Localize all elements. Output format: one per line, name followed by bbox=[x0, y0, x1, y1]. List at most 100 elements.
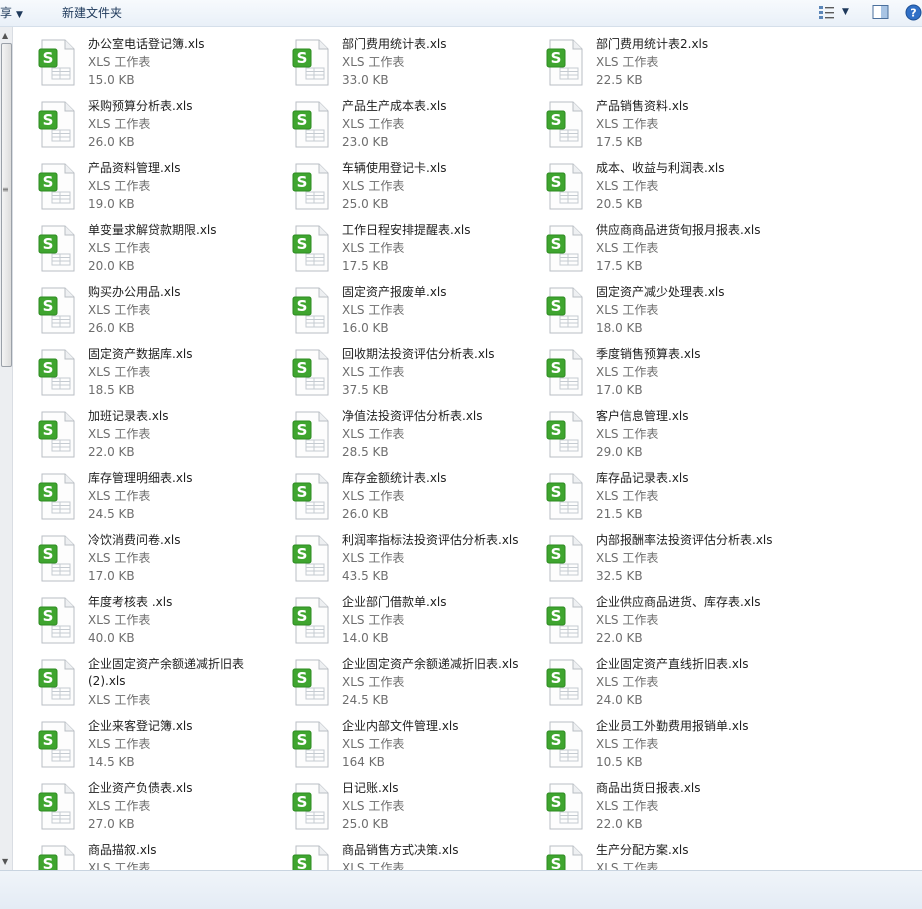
file-type: XLS 工作表 bbox=[596, 303, 659, 317]
spreadsheet-s-icon: S bbox=[546, 845, 583, 870]
svg-text:S: S bbox=[43, 793, 54, 811]
share-button[interactable]: 共享▼ bbox=[0, 5, 23, 21]
view-options-icon[interactable] bbox=[818, 4, 836, 21]
file-item[interactable]: S 产品销售资料.xls XLS 工作表 17.5 KB bbox=[538, 97, 788, 159]
file-item[interactable]: S 企业资产负债表.xls XLS 工作表 27.0 KB bbox=[30, 779, 280, 841]
file-name: 产品资料管理.xls bbox=[88, 161, 181, 175]
file-item[interactable]: S 企业固定资产直线折旧表.xls XLS 工作表 24.0 KB bbox=[538, 655, 788, 717]
file-item[interactable]: S 内部报酬率法投资评估分析表.xls XLS 工作表 32.5 KB bbox=[538, 531, 788, 593]
file-name: 采购预算分析表.xls bbox=[88, 99, 193, 113]
svg-text:S: S bbox=[297, 421, 308, 439]
file-item[interactable]: S 回收期法投资评估分析表.xls XLS 工作表 37.5 KB bbox=[284, 345, 534, 407]
file-item[interactable]: S 固定资产报废单.xls XLS 工作表 16.0 KB bbox=[284, 283, 534, 345]
file-size: 10.5 KB bbox=[596, 755, 643, 769]
svg-text:S: S bbox=[551, 545, 562, 563]
spreadsheet-s-icon: S bbox=[38, 411, 75, 458]
svg-text:S: S bbox=[43, 421, 54, 439]
file-name: 企业资产负债表.xls bbox=[88, 781, 193, 795]
file-item[interactable]: S 单变量求解贷款期限.xls XLS 工作表 20.0 KB bbox=[30, 221, 280, 283]
file-item[interactable]: S 购买办公用品.xls XLS 工作表 26.0 KB bbox=[30, 283, 280, 345]
file-item[interactable]: S 加班记录表.xls XLS 工作表 22.0 KB bbox=[30, 407, 280, 469]
preview-pane-icon[interactable] bbox=[872, 4, 889, 20]
file-type: XLS 工作表 bbox=[596, 427, 659, 441]
file-item[interactable]: S 产品生产成本表.xls XLS 工作表 23.0 KB bbox=[284, 97, 534, 159]
file-item[interactable]: S 企业部门借款单.xls XLS 工作表 14.0 KB bbox=[284, 593, 534, 655]
file-item[interactable]: S 商品销售方式决策.xls XLS 工作表 bbox=[284, 841, 534, 870]
file-list: S 办公室电话登记簿.xls XLS 工作表 15.0 KB S 部门费用统计表.xls X… bbox=[30, 35, 922, 870]
file-item[interactable]: S 企业员工外勤费用报销单.xls XLS 工作表 10.5 KB bbox=[538, 717, 788, 779]
file-type: XLS 工作表 bbox=[596, 179, 659, 193]
file-type: XLS 工作表 bbox=[88, 365, 151, 379]
svg-text:S: S bbox=[551, 483, 562, 501]
file-item[interactable]: S 采购预算分析表.xls XLS 工作表 26.0 KB bbox=[30, 97, 280, 159]
spreadsheet-s-icon: S bbox=[292, 783, 329, 830]
svg-text:S: S bbox=[551, 173, 562, 191]
file-item[interactable]: S 产品资料管理.xls XLS 工作表 19.0 KB bbox=[30, 159, 280, 221]
file-type: XLS 工作表 bbox=[342, 303, 405, 317]
file-item[interactable]: S 固定资产数据库.xls XLS 工作表 18.5 KB bbox=[30, 345, 280, 407]
svg-text:S: S bbox=[43, 49, 54, 67]
new-folder-button[interactable]: 新建文件夹 bbox=[62, 5, 122, 21]
file-item[interactable]: S 供应商商品进货旬报月报表.xls XLS 工作表 17.5 KB bbox=[538, 221, 788, 283]
file-item[interactable]: S 企业来客登记簿.xls XLS 工作表 14.5 KB bbox=[30, 717, 280, 779]
file-item[interactable]: S 客户信息管理.xls XLS 工作表 29.0 KB bbox=[538, 407, 788, 469]
file-type: XLS 工作表 bbox=[596, 365, 659, 379]
file-type: XLS 工作表 bbox=[342, 737, 405, 751]
file-name: 加班记录表.xls bbox=[88, 409, 169, 423]
file-name: 供应商商品进货旬报月报表.xls bbox=[596, 223, 761, 237]
svg-text:S: S bbox=[297, 235, 308, 253]
file-name: 库存管理明细表.xls bbox=[88, 471, 193, 485]
scroll-down-icon[interactable]: ▼ bbox=[2, 857, 8, 866]
scrollbar-grip-icon: ≡ bbox=[2, 185, 9, 194]
spreadsheet-s-icon: S bbox=[292, 845, 329, 870]
file-name: 办公室电话登记簿.xls bbox=[88, 37, 205, 51]
svg-text:S: S bbox=[551, 111, 562, 129]
file-item[interactable]: S 车辆使用登记卡.xls XLS 工作表 25.0 KB bbox=[284, 159, 534, 221]
svg-text:S: S bbox=[551, 49, 562, 67]
file-item[interactable]: S 企业供应商品进货、库存表.xls XLS 工作表 22.0 KB bbox=[538, 593, 788, 655]
file-item[interactable]: S 工作日程安排提醒表.xls XLS 工作表 17.5 KB bbox=[284, 221, 534, 283]
vertical-scrollbar[interactable]: ▲ ≡ ▼ bbox=[0, 27, 13, 870]
file-item[interactable]: S 利润率指标法投资评估分析表.xls XLS 工作表 43.5 KB bbox=[284, 531, 534, 593]
file-item[interactable]: S 企业固定资产余额递减折旧表 (2).xls XLS 工作表 bbox=[30, 655, 280, 717]
file-item[interactable]: S 年度考核表 .xls XLS 工作表 40.0 KB bbox=[30, 593, 280, 655]
file-item[interactable]: S 商品描叙.xls XLS 工作表 bbox=[30, 841, 280, 870]
file-size: 22.0 KB bbox=[88, 445, 135, 459]
file-size: 15.0 KB bbox=[88, 73, 135, 87]
file-item[interactable]: S 商品出货日报表.xls XLS 工作表 22.0 KB bbox=[538, 779, 788, 841]
file-item[interactable]: S 企业固定资产余额递减折旧表.xls XLS 工作表 24.5 KB bbox=[284, 655, 534, 717]
file-item[interactable]: S 日记账.xls XLS 工作表 25.0 KB bbox=[284, 779, 534, 841]
file-item[interactable]: S 生产分配方案.xls XLS 工作表 bbox=[538, 841, 788, 870]
file-name: 工作日程安排提醒表.xls bbox=[342, 223, 471, 237]
file-item[interactable]: S 部门费用统计表2.xls XLS 工作表 22.5 KB bbox=[538, 35, 788, 97]
file-item[interactable]: S 净值法投资评估分析表.xls XLS 工作表 28.5 KB bbox=[284, 407, 534, 469]
file-item[interactable]: S 库存金额统计表.xls XLS 工作表 26.0 KB bbox=[284, 469, 534, 531]
file-item[interactable]: S 库存管理明细表.xls XLS 工作表 24.5 KB bbox=[30, 469, 280, 531]
spreadsheet-s-icon: S bbox=[546, 287, 583, 334]
file-size: 20.5 KB bbox=[596, 197, 643, 211]
file-item[interactable]: S 部门费用统计表.xls XLS 工作表 33.0 KB bbox=[284, 35, 534, 97]
file-type: XLS 工作表 bbox=[88, 241, 151, 255]
file-name: 季度销售预算表.xls bbox=[596, 347, 701, 361]
file-item[interactable]: S 季度销售预算表.xls XLS 工作表 17.0 KB bbox=[538, 345, 788, 407]
file-size: 24.0 KB bbox=[596, 693, 643, 707]
help-icon[interactable]: ? bbox=[905, 4, 922, 21]
file-type: XLS 工作表 bbox=[88, 55, 151, 69]
file-item[interactable]: S 固定资产减少处理表.xls XLS 工作表 18.0 KB bbox=[538, 283, 788, 345]
scrollbar-thumb[interactable] bbox=[1, 43, 12, 367]
file-item[interactable]: S 成本、收益与利润表.xls XLS 工作表 20.5 KB bbox=[538, 159, 788, 221]
svg-text:S: S bbox=[551, 731, 562, 749]
file-item[interactable]: S 库存品记录表.xls XLS 工作表 21.5 KB bbox=[538, 469, 788, 531]
file-name: 商品出货日报表.xls bbox=[596, 781, 701, 795]
file-item[interactable]: S 冷饮消费问卷.xls XLS 工作表 17.0 KB bbox=[30, 531, 280, 593]
file-name: 回收期法投资评估分析表.xls bbox=[342, 347, 495, 361]
spreadsheet-s-icon: S bbox=[38, 39, 75, 86]
file-item[interactable]: S 企业内部文件管理.xls XLS 工作表 164 KB bbox=[284, 717, 534, 779]
file-type: XLS 工作表 bbox=[342, 675, 405, 689]
scroll-up-icon[interactable]: ▲ bbox=[2, 31, 8, 40]
chevron-down-icon[interactable]: ▼ bbox=[842, 4, 849, 21]
file-item[interactable]: S 办公室电话登记簿.xls XLS 工作表 15.0 KB bbox=[30, 35, 280, 97]
file-name: 部门费用统计表.xls bbox=[342, 37, 447, 51]
spreadsheet-s-icon: S bbox=[38, 287, 75, 334]
file-size: 18.0 KB bbox=[596, 321, 643, 335]
